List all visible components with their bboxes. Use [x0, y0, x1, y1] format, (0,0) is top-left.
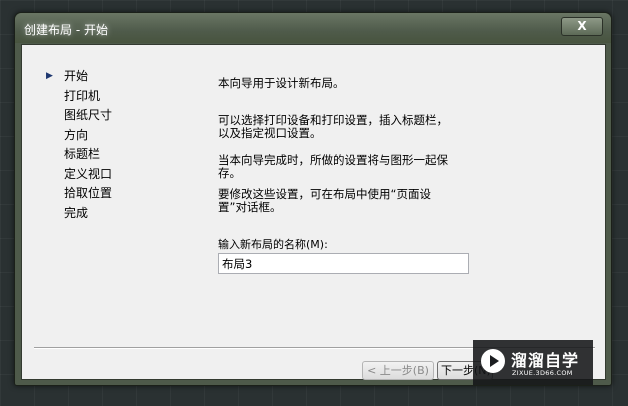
- description-paragraph-3: 要修改这些设置，可在布局中使用“页面设 置”对话框。: [218, 187, 431, 214]
- window-title: 创建布局 - 开始: [24, 23, 108, 37]
- close-button[interactable]: X: [561, 17, 603, 36]
- step-paper-size: 图纸尺寸: [36, 106, 112, 126]
- watermark-logo-icon: [481, 349, 505, 373]
- step-label: 完成: [64, 205, 89, 220]
- step-printer: 打印机: [36, 87, 112, 107]
- step-label: 定义视口: [64, 166, 113, 181]
- step-label: 打印机: [64, 88, 101, 103]
- step-label: 图纸尺寸: [64, 108, 113, 122]
- play-icon: [490, 355, 499, 367]
- current-step-arrow-icon: ▶: [46, 71, 53, 81]
- layout-name-label: 输入新布局的名称(M):: [218, 238, 328, 251]
- step-orientation: 方向: [36, 126, 112, 146]
- step-define-viewports: 定义视口: [36, 165, 112, 185]
- title-bar[interactable]: 创建布局 - 开始 X: [15, 13, 611, 43]
- intro-text: 本向导用于设计新布局。: [218, 76, 345, 90]
- watermark-overlay: 溜溜自学 ZIXUE.3D66.COM: [473, 340, 593, 385]
- watermark-url: ZIXUE.3D66.COM: [512, 369, 573, 377]
- step-title-block: 标题栏: [36, 145, 112, 165]
- step-label: 开始: [64, 69, 89, 83]
- step-label: 标题栏: [64, 147, 101, 161]
- watermark-brand: 溜溜自学: [511, 351, 580, 370]
- wizard-steps: ▶ 开始 打印机 图纸尺寸 方向 标题栏 定义视口 拾取位置 完成: [36, 67, 112, 223]
- step-label: 拾取位置: [64, 186, 113, 200]
- layout-name-input[interactable]: [218, 253, 469, 274]
- back-button[interactable]: < 上一步(B): [362, 361, 434, 380]
- description-paragraph-2: 当本向导完成时，所做的设置将与图形一起保 存。: [218, 153, 448, 180]
- step-finish: 完成: [36, 204, 112, 224]
- step-pick-location: 拾取位置: [36, 184, 112, 204]
- step-start: ▶ 开始: [36, 67, 112, 87]
- dialog-client-area: ▶ 开始 打印机 图纸尺寸 方向 标题栏 定义视口 拾取位置 完成 本向导用于设…: [21, 44, 606, 380]
- step-label: 方向: [64, 127, 89, 142]
- description-paragraph-1: 可以选择打印设备和打印设置，插入标题栏， 以及指定视口设置。: [218, 113, 448, 140]
- create-layout-dialog: 创建布局 - 开始 X ▶ 开始 打印机 图纸尺寸 方向 标题栏 定义视口 拾取…: [14, 12, 612, 386]
